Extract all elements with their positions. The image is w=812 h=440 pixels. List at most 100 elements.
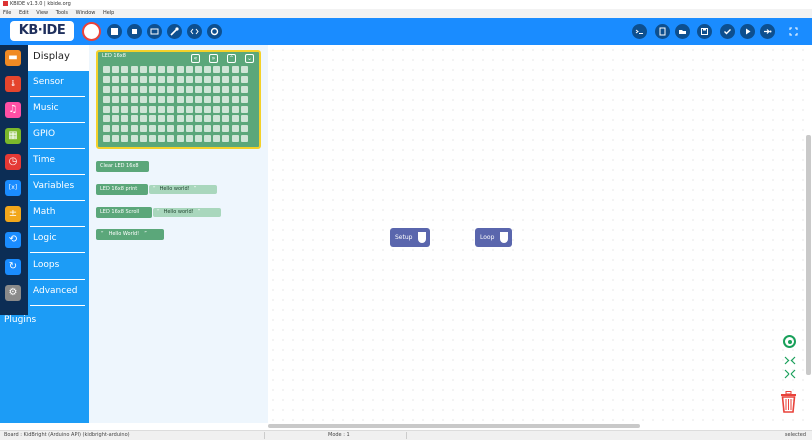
led-cell[interactable] bbox=[231, 105, 239, 113]
led-cell[interactable] bbox=[185, 115, 193, 123]
led-scroll-string[interactable]: “Hello world!” bbox=[153, 208, 221, 217]
led-cell[interactable] bbox=[112, 75, 120, 83]
led-cell[interactable] bbox=[121, 95, 129, 103]
led-cell[interactable] bbox=[231, 125, 239, 133]
shift-right-button[interactable]: » bbox=[209, 54, 218, 63]
led-print-value[interactable]: Hello world! bbox=[160, 186, 190, 192]
led-grid[interactable] bbox=[103, 66, 248, 143]
open-button[interactable] bbox=[675, 24, 690, 39]
compile-button[interactable] bbox=[720, 24, 735, 39]
led-cell[interactable] bbox=[240, 135, 248, 143]
led-cell[interactable] bbox=[158, 75, 166, 83]
led-print-string[interactable]: “Hello world!” bbox=[149, 185, 217, 194]
plugins-label[interactable]: Plugins bbox=[4, 315, 36, 325]
led-cell[interactable] bbox=[130, 75, 138, 83]
led-cell[interactable] bbox=[158, 95, 166, 103]
menu-view[interactable]: View bbox=[36, 10, 48, 16]
led-cell[interactable] bbox=[148, 115, 156, 123]
fullscreen-button[interactable] bbox=[786, 24, 801, 39]
led-cell[interactable] bbox=[194, 115, 202, 123]
led-print-block[interactable]: LED 16x8 print bbox=[96, 184, 148, 195]
led-cell[interactable] bbox=[185, 75, 193, 83]
led-cell[interactable] bbox=[139, 125, 147, 133]
stop-button[interactable] bbox=[127, 24, 142, 39]
led-cell[interactable] bbox=[158, 125, 166, 133]
led-cell[interactable] bbox=[130, 135, 138, 143]
led-cell[interactable] bbox=[185, 135, 193, 143]
plugin-button[interactable] bbox=[167, 24, 182, 39]
led-cell[interactable] bbox=[103, 115, 110, 123]
led-cell[interactable] bbox=[194, 75, 202, 83]
category-advanced[interactable]: Advanced bbox=[28, 280, 89, 306]
led-cell[interactable] bbox=[194, 135, 202, 143]
led-cell[interactable] bbox=[103, 75, 110, 83]
led-cell[interactable] bbox=[222, 105, 230, 113]
led-cell[interactable] bbox=[167, 105, 175, 113]
led-matrix-block[interactable]: LED 16x8 « » ⌃ ⌄ bbox=[96, 50, 261, 149]
category-loops-icon-slot[interactable]: ↻ bbox=[0, 254, 28, 280]
save-button[interactable] bbox=[697, 24, 712, 39]
led-cell[interactable] bbox=[176, 85, 184, 93]
led-cell[interactable] bbox=[176, 66, 184, 73]
led-cell[interactable] bbox=[194, 95, 202, 103]
led-cell[interactable] bbox=[103, 85, 110, 93]
led-cell[interactable] bbox=[130, 85, 138, 93]
led-cell[interactable] bbox=[167, 85, 175, 93]
led-cell[interactable] bbox=[112, 95, 120, 103]
terminal-button[interactable] bbox=[632, 24, 647, 39]
led-cell[interactable] bbox=[231, 85, 239, 93]
led-cell[interactable] bbox=[194, 66, 202, 73]
category-math[interactable]: Math bbox=[28, 201, 89, 227]
led-cell[interactable] bbox=[240, 95, 248, 103]
led-cell[interactable] bbox=[103, 105, 110, 113]
led-cell[interactable] bbox=[185, 105, 193, 113]
category-sensor-icon-slot[interactable]: 🌡 bbox=[0, 71, 28, 97]
category-gpio-icon-slot[interactable]: ▦ bbox=[0, 123, 28, 149]
led-cell[interactable] bbox=[130, 125, 138, 133]
led-cell[interactable] bbox=[213, 95, 221, 103]
led-cell[interactable] bbox=[176, 135, 184, 143]
led-cell[interactable] bbox=[167, 66, 175, 73]
led-cell[interactable] bbox=[176, 95, 184, 103]
shift-up-button[interactable]: ⌃ bbox=[227, 54, 236, 63]
led-cell[interactable] bbox=[148, 75, 156, 83]
led-cell[interactable] bbox=[167, 135, 175, 143]
category-loops[interactable]: Loops bbox=[28, 254, 89, 280]
category-gpio[interactable]: GPIO bbox=[28, 123, 89, 149]
led-cell[interactable] bbox=[139, 85, 147, 93]
board-menu-button[interactable] bbox=[107, 24, 122, 39]
led-cell[interactable] bbox=[139, 135, 147, 143]
led-cell[interactable] bbox=[240, 115, 248, 123]
category-variables[interactable]: Variables bbox=[28, 175, 89, 201]
led-cell[interactable] bbox=[148, 105, 156, 113]
led-cell[interactable] bbox=[148, 135, 156, 143]
zoom-fit-button[interactable] bbox=[782, 354, 798, 380]
led-cell[interactable] bbox=[103, 125, 110, 133]
led-cell[interactable] bbox=[213, 105, 221, 113]
led-cell[interactable] bbox=[158, 66, 166, 73]
led-cell[interactable] bbox=[121, 75, 129, 83]
led-cell[interactable] bbox=[240, 66, 248, 73]
led-cell[interactable] bbox=[204, 66, 212, 73]
led-scroll-block[interactable]: LED 16x8 Scroll bbox=[96, 207, 152, 218]
led-cell[interactable] bbox=[121, 115, 129, 123]
code-view-button[interactable] bbox=[187, 24, 202, 39]
led-cell[interactable] bbox=[176, 125, 184, 133]
led-cell[interactable] bbox=[185, 125, 193, 133]
led-cell[interactable] bbox=[222, 95, 230, 103]
workspace-canvas[interactable] bbox=[268, 45, 812, 423]
led-cell[interactable] bbox=[139, 115, 147, 123]
led-cell[interactable] bbox=[213, 125, 221, 133]
led-cell[interactable] bbox=[222, 85, 230, 93]
led-cell[interactable] bbox=[130, 115, 138, 123]
horizontal-scrollbar[interactable] bbox=[268, 424, 640, 428]
led-cell[interactable] bbox=[130, 95, 138, 103]
led-cell[interactable] bbox=[158, 85, 166, 93]
category-logic-icon-slot[interactable]: ⟲ bbox=[0, 227, 28, 253]
text-block[interactable]: “Hello World!” bbox=[96, 229, 164, 240]
led-cell[interactable] bbox=[167, 125, 175, 133]
led-cell[interactable] bbox=[222, 135, 230, 143]
new-file-button[interactable] bbox=[655, 24, 670, 39]
led-cell[interactable] bbox=[194, 85, 202, 93]
trash-icon[interactable] bbox=[780, 391, 797, 413]
